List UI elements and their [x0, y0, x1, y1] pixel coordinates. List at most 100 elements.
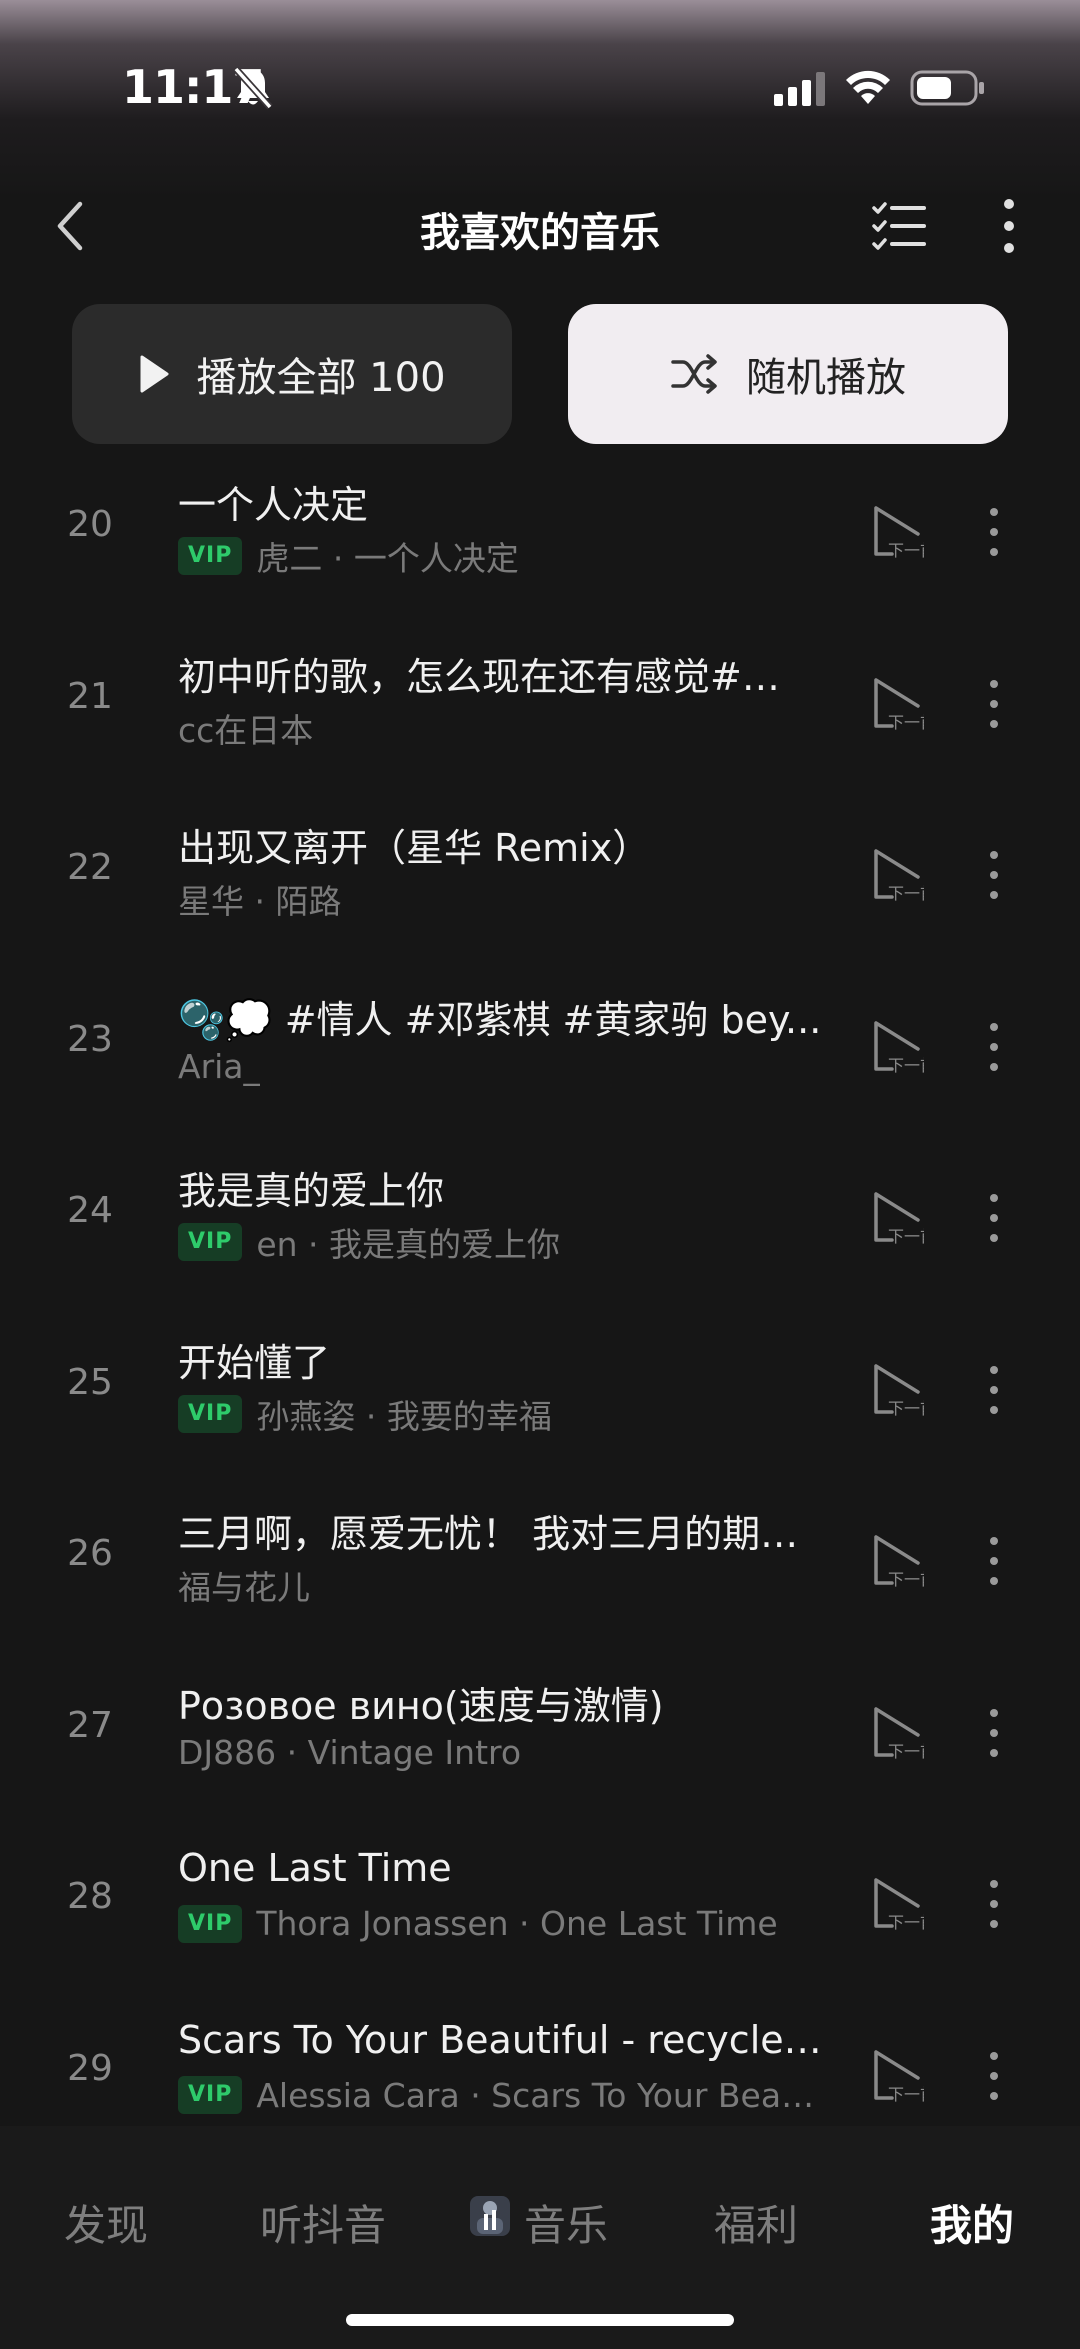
- play-next-icon[interactable]: 下一首: [872, 2048, 924, 2104]
- song-row[interactable]: 24 我是真的爱上你 VIP en · 我是真的爱上你 下一首: [0, 1146, 1080, 1318]
- song-artist-album: DJ886 · Vintage Intro: [178, 1732, 522, 1772]
- music-avatar-icon: [470, 2196, 510, 2236]
- song-subtitle-line: cc在日本: [178, 704, 828, 752]
- song-title: 开始懂了: [178, 1340, 331, 1385]
- song-more-icon[interactable]: [984, 2048, 1004, 2104]
- play-next-icon[interactable]: 下一首: [872, 1190, 924, 1246]
- list-manage-icon[interactable]: [870, 198, 928, 254]
- song-index: 25: [67, 1361, 113, 1403]
- vip-badge: VIP: [178, 1394, 243, 1433]
- play-all-label: 播放全部 100: [196, 355, 446, 401]
- song-more-icon[interactable]: [984, 1019, 1004, 1075]
- play-next-label: 下一首: [888, 2085, 924, 2104]
- play-icon: [140, 355, 169, 393]
- play-next-icon[interactable]: 下一首: [872, 1876, 924, 1932]
- song-row[interactable]: 21 初中听的歌，怎么现在还有感觉#… cc在日本 下一首: [0, 632, 1080, 804]
- song-subtitle-line: 福与花儿: [178, 1561, 828, 1609]
- song-artist-album: 孙燕姿 · 我要的幸福: [256, 1396, 552, 1436]
- play-next-label: 下一首: [888, 541, 924, 560]
- vip-badge: VIP: [178, 537, 243, 575]
- song-row[interactable]: 29 Scars To Your Beautiful - recycle j...…: [0, 2004, 1080, 2127]
- play-next-label: 下一首: [888, 884, 924, 903]
- song-title: 一个人决定: [178, 483, 369, 527]
- play-next-label: 下一首: [888, 1570, 924, 1589]
- vip-badge: VIP: [178, 2076, 243, 2114]
- song-more-icon[interactable]: [984, 1362, 1004, 1418]
- song-index: 22: [67, 847, 113, 888]
- song-subtitle-line: Aria_: [178, 1047, 828, 1086]
- song-more-icon[interactable]: [984, 1533, 1004, 1589]
- song-title: Scars To Your Beautiful - recycle j...: [178, 2017, 828, 2062]
- song-artist-album: Alessia Cara · Scars To Your Beau...: [256, 2075, 828, 2115]
- song-title: 出现又离开（星华 Remix）: [178, 826, 651, 870]
- song-list: 20一个人决定VIP虎二 · 一个人决定下一首21初中听的歌，怎么现在还有感觉#…: [0, 460, 1080, 2126]
- status-bar: 11:17: [0, 0, 1080, 170]
- song-index: 28: [67, 1876, 113, 1917]
- page-title: 我喜欢的音乐: [420, 210, 660, 256]
- nav-item-listen-douyin[interactable]: 听抖音: [260, 2192, 386, 2253]
- nav-item-discover[interactable]: 发现: [64, 2192, 148, 2253]
- song-index: 29: [67, 2047, 113, 2089]
- home-indicator[interactable]: [346, 2314, 734, 2326]
- song-row[interactable]: 22 出现又离开（星华 Remix） 星华 · 陌路 下一首: [0, 803, 1080, 975]
- song-subtitle-line: VIP 孙燕姿 · 我要的幸福: [178, 1390, 828, 1438]
- nav-item-music[interactable]: 音乐: [524, 2192, 608, 2253]
- song-more-icon[interactable]: [984, 847, 1004, 903]
- song-subtitle-line: VIP Alessia Cara · Scars To Your Beau...: [178, 2076, 828, 2115]
- play-next-icon[interactable]: 下一首: [872, 504, 924, 560]
- song-artist-album: en · 我是真的爱上你: [256, 1225, 561, 1264]
- song-more-icon[interactable]: [984, 504, 1004, 560]
- back-icon[interactable]: [48, 198, 92, 254]
- song-index: 23: [67, 1018, 113, 1060]
- song-row[interactable]: 28 One Last Time VIP Thora Jonassen · One L…: [0, 1832, 1080, 2004]
- song-artist-album: 福与花儿: [178, 1568, 310, 1607]
- song-artist-album: Thora Jonassen · One Last Time: [256, 1904, 778, 1943]
- song-row[interactable]: 27 Розовое вино(速度与激情) DJ886 · Vintage Int…: [0, 1661, 1080, 1833]
- play-next-icon[interactable]: 下一首: [872, 847, 924, 903]
- play-next-icon[interactable]: 下一首: [872, 1019, 924, 1075]
- play-all-button[interactable]: 播放全部 100: [72, 304, 512, 444]
- vip-badge: VIP: [178, 1223, 243, 1261]
- song-index: 21: [67, 675, 113, 717]
- play-next-label: 下一首: [888, 1056, 924, 1075]
- song-row[interactable]: 23 🫧💭 #情人 #邓紫棋 #黄家驹 bey...Aria_ 下一首: [0, 975, 1080, 1147]
- wifi-icon: [846, 70, 890, 104]
- song-artist-album: Aria_: [178, 1046, 261, 1086]
- song-index: 26: [67, 1533, 113, 1574]
- vip-badge: VIP: [178, 1904, 243, 1943]
- song-title: 🫧💭 #情人 #邓紫棋 #黄家驹 bey...: [178, 997, 822, 1042]
- play-next-label: 下一首: [888, 1227, 924, 1246]
- play-next-label: 下一首: [888, 1742, 924, 1761]
- play-next-icon[interactable]: 下一首: [872, 1533, 924, 1589]
- more-icon[interactable]: [996, 196, 1022, 256]
- song-more-icon[interactable]: [984, 676, 1004, 732]
- song-more-icon[interactable]: [984, 1190, 1004, 1246]
- song-row[interactable]: 25 开始懂了 VIP 孙燕姿 · 我要的幸福 下一首: [0, 1318, 1080, 1490]
- song-artist-album: cc在日本: [178, 710, 314, 750]
- nav-item-mine[interactable]: 我的: [930, 2192, 1014, 2253]
- song-more-icon[interactable]: [984, 1705, 1004, 1761]
- bell-off-icon: [233, 66, 273, 110]
- song-title: 初中听的歌，怎么现在还有感觉#…: [178, 654, 780, 699]
- song-title: 三月啊，愿爱无忧！ 我对三月的期…: [178, 1512, 799, 1556]
- play-next-label: 下一首: [888, 1913, 924, 1932]
- song-index: 27: [67, 1704, 113, 1746]
- signal-icon: [774, 72, 825, 106]
- shuffle-icon: [671, 354, 717, 394]
- song-title: 我是真的爱上你: [178, 1169, 445, 1213]
- song-subtitle-line: VIP en · 我是真的爱上你: [178, 1218, 828, 1266]
- song-artist-album: 虎二 · 一个人决定: [256, 539, 519, 578]
- shuffle-label: 随机播放: [746, 355, 906, 401]
- nav-item-benefits[interactable]: 福利: [714, 2192, 798, 2253]
- play-next-label: 下一首: [888, 1399, 924, 1418]
- song-subtitle-line: DJ886 · Vintage Intro: [178, 1733, 828, 1772]
- play-next-icon[interactable]: 下一首: [872, 1362, 924, 1418]
- song-index: 20: [67, 504, 113, 545]
- song-row[interactable]: 20 一个人决定 VIP 虎二 · 一个人决定 下一首: [0, 460, 1080, 632]
- song-index: 24: [67, 1190, 113, 1231]
- shuffle-button[interactable]: 随机播放: [568, 304, 1008, 444]
- play-next-icon[interactable]: 下一首: [872, 1705, 924, 1761]
- song-more-icon[interactable]: [984, 1876, 1004, 1932]
- song-row[interactable]: 26 三月啊，愿爱无忧！ 我对三月的期… 福与花儿 下一首: [0, 1489, 1080, 1661]
- play-next-icon[interactable]: 下一首: [872, 676, 924, 732]
